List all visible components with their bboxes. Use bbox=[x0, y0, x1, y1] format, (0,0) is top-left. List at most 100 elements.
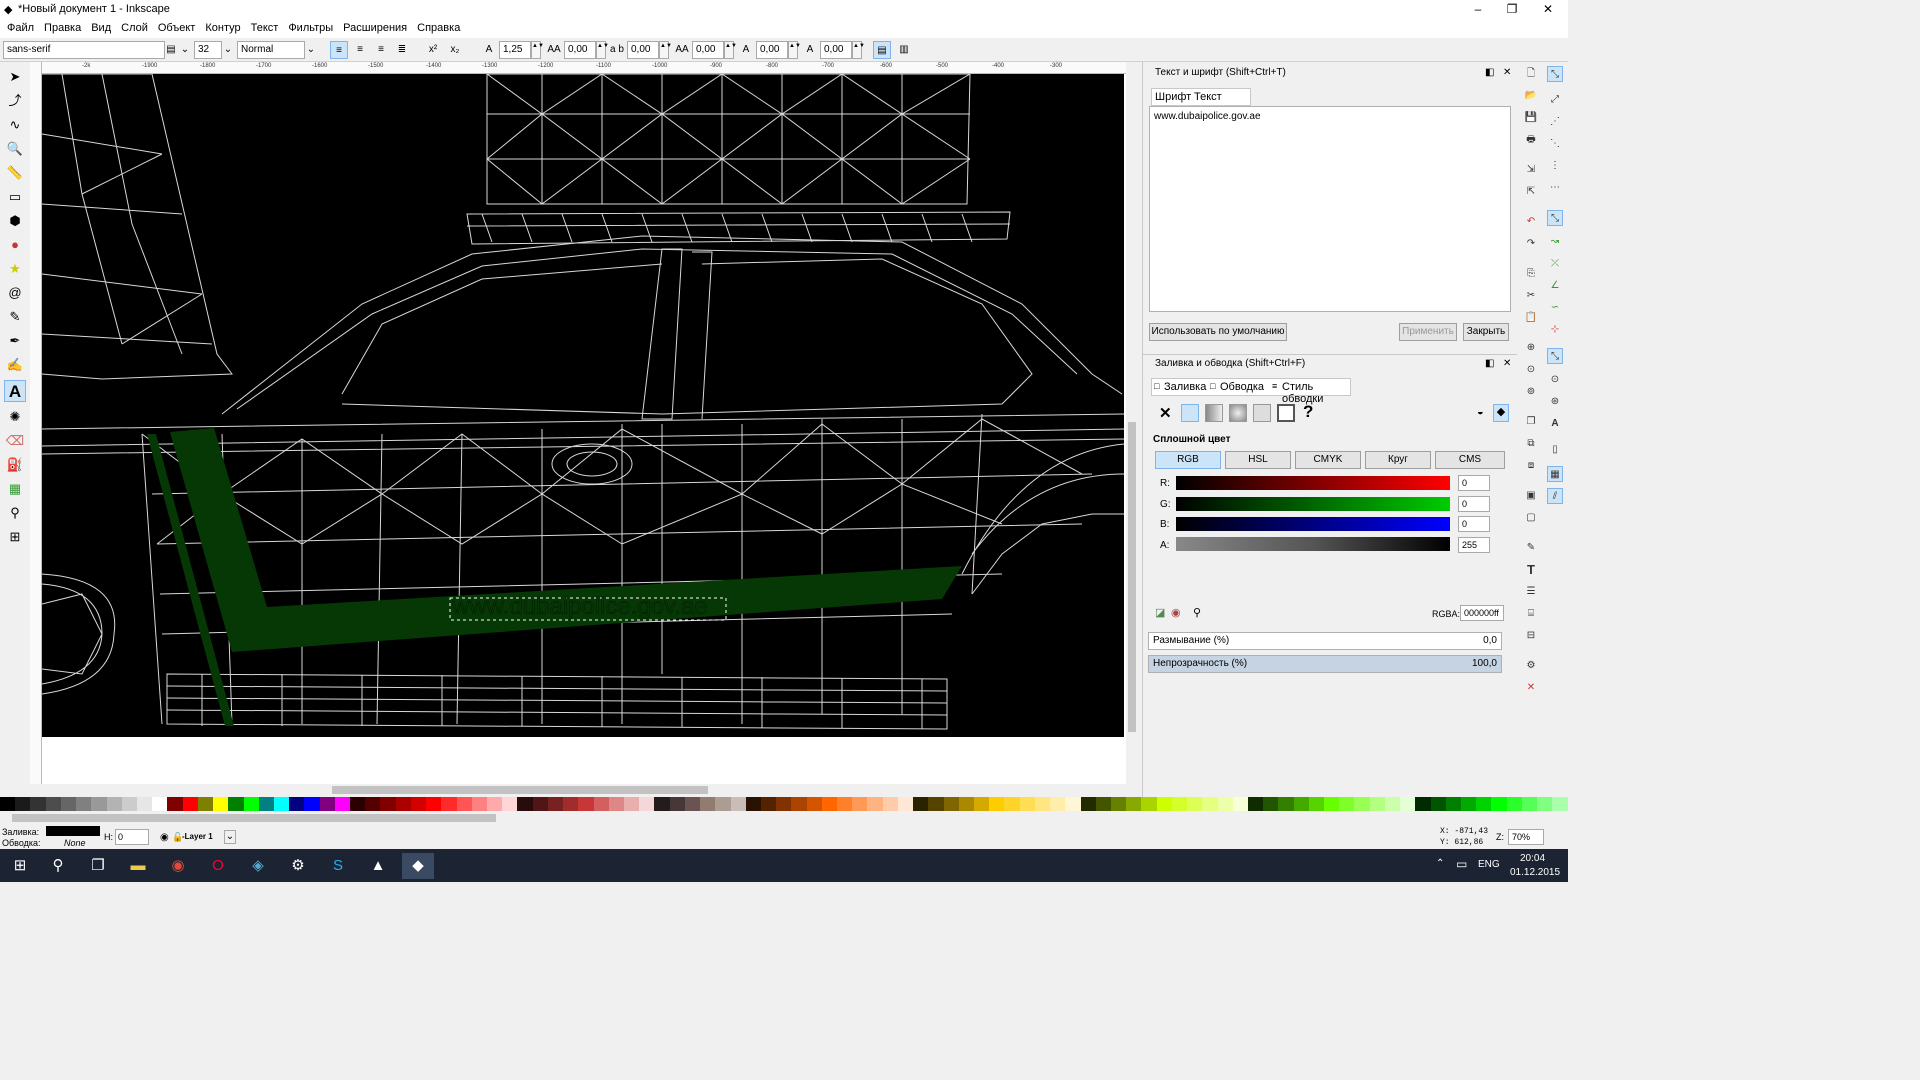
horizontal-scrollbar[interactable] bbox=[42, 784, 1126, 796]
palette-swatch[interactable] bbox=[760, 797, 777, 811]
palette-swatch[interactable] bbox=[1110, 797, 1127, 811]
copy-icon[interactable]: ⎘ bbox=[1523, 266, 1539, 282]
ungroup-icon[interactable]: ▢ bbox=[1523, 510, 1539, 526]
palette-swatch[interactable] bbox=[1552, 797, 1568, 811]
palette-swatch[interactable] bbox=[471, 797, 487, 811]
file-explorer-icon[interactable]: ▬ bbox=[122, 853, 154, 879]
horizontal-scroll-thumb[interactable] bbox=[332, 786, 708, 794]
palette-swatch[interactable] bbox=[578, 797, 594, 811]
palette-swatch[interactable] bbox=[608, 797, 624, 811]
calligraphy-tool-icon[interactable]: ✍ bbox=[4, 354, 26, 376]
mode-hsl[interactable]: HSL bbox=[1225, 451, 1291, 469]
palette-swatch[interactable] bbox=[867, 797, 883, 811]
font-size-input[interactable]: 32 bbox=[194, 41, 222, 59]
palette-swatch[interactable] bbox=[1187, 797, 1203, 811]
palette-swatch[interactable] bbox=[167, 797, 183, 811]
palette-swatch[interactable] bbox=[228, 797, 244, 811]
import-icon[interactable]: ⇲ bbox=[1523, 162, 1539, 178]
color-palette[interactable] bbox=[0, 797, 1568, 811]
dropper-tool-icon[interactable]: ⚲ bbox=[4, 502, 26, 524]
palette-swatch[interactable] bbox=[1004, 797, 1020, 811]
opera-icon[interactable]: O bbox=[202, 853, 234, 879]
palette-swatch[interactable] bbox=[1034, 797, 1051, 811]
blue-value-input[interactable]: 0 bbox=[1458, 516, 1490, 532]
selector-tool-icon[interactable]: ➤ bbox=[4, 66, 26, 88]
tweak-tool-icon[interactable]: ∿ bbox=[4, 114, 26, 136]
palette-swatch[interactable] bbox=[928, 797, 944, 811]
align-justify-icon[interactable]: ≣ bbox=[393, 41, 411, 59]
spiral-tool-icon[interactable]: @ bbox=[4, 282, 26, 304]
palette-scroll-thumb[interactable] bbox=[12, 814, 496, 822]
palette-scrollbar[interactable] bbox=[0, 811, 1568, 825]
mode-wheel[interactable]: Круг bbox=[1365, 451, 1431, 469]
palette-swatch[interactable] bbox=[319, 797, 335, 811]
menu-object[interactable]: Объект bbox=[153, 18, 200, 38]
palette-swatch[interactable] bbox=[456, 797, 472, 811]
pencil-tool-icon[interactable]: ✎ bbox=[4, 306, 26, 328]
palette-swatch[interactable] bbox=[1308, 797, 1325, 811]
palette-swatch[interactable] bbox=[1400, 797, 1416, 811]
rectangle-tool-icon[interactable]: ▭ bbox=[4, 186, 26, 208]
task-view-icon[interactable]: ❐ bbox=[82, 853, 114, 879]
unset-paint-icon[interactable]: ? bbox=[1303, 402, 1313, 422]
font-style-select[interactable]: Normal bbox=[237, 41, 305, 59]
palette-swatch[interactable] bbox=[1050, 797, 1066, 811]
palette-swatch[interactable] bbox=[1126, 797, 1142, 811]
chrome-icon[interactable]: ◉ bbox=[162, 853, 194, 879]
menu-extensions[interactable]: Расширения bbox=[338, 18, 412, 38]
menu-layer[interactable]: Слой bbox=[116, 18, 153, 38]
palette-swatch[interactable] bbox=[1521, 797, 1538, 811]
vertical-shift-input[interactable]: 0,00 bbox=[756, 41, 788, 59]
snap-grid-icon[interactable]: ▦ bbox=[1547, 466, 1563, 482]
undo-icon[interactable]: ↶ bbox=[1523, 214, 1539, 230]
box-3d-tool-icon[interactable]: ⬢ bbox=[4, 210, 26, 232]
palette-swatch[interactable] bbox=[243, 797, 259, 811]
document-properties-icon[interactable]: ✕ bbox=[1523, 680, 1539, 696]
alpha-slider[interactable] bbox=[1176, 537, 1450, 551]
text-content-area[interactable]: www.dubaipolice.gov.ae bbox=[1149, 106, 1511, 312]
snap-bbox-corner-icon[interactable]: ⋱ bbox=[1547, 136, 1563, 152]
measure-tool-icon[interactable]: 📏 bbox=[4, 162, 26, 184]
palette-swatch[interactable] bbox=[15, 797, 31, 811]
kerning-spinner[interactable]: ▲▼ bbox=[724, 41, 737, 59]
letter-spacing-spinner[interactable]: ▲▼ bbox=[596, 41, 609, 59]
print-icon[interactable]: 🖶 bbox=[1523, 132, 1539, 148]
palette-swatch[interactable] bbox=[639, 797, 655, 811]
palette-swatch[interactable] bbox=[654, 797, 670, 811]
palette-swatch[interactable] bbox=[1324, 797, 1340, 811]
clock-time[interactable]: 20:04 bbox=[1520, 853, 1545, 864]
rotation-spinner[interactable]: ▲▼ bbox=[852, 41, 865, 59]
palette-swatch[interactable] bbox=[289, 797, 305, 811]
palette-swatch[interactable] bbox=[563, 797, 579, 811]
stroke-value[interactable]: None bbox=[64, 838, 86, 848]
palette-swatch[interactable] bbox=[76, 797, 92, 811]
menu-path[interactable]: Контур bbox=[200, 18, 245, 38]
font-list-icon[interactable]: ▤ bbox=[165, 41, 177, 59]
palette-swatch[interactable] bbox=[1019, 797, 1035, 811]
flat-color-icon[interactable] bbox=[1181, 404, 1199, 422]
menu-view[interactable]: Вид bbox=[86, 18, 116, 38]
dialog-close-icon[interactable]: ✕ bbox=[1503, 355, 1511, 373]
spray-tool-icon[interactable]: ✺ bbox=[4, 406, 26, 428]
palette-swatch[interactable] bbox=[1156, 797, 1172, 811]
mesh-icon[interactable] bbox=[1253, 404, 1271, 422]
set-default-button[interactable]: Использовать по умолчанию bbox=[1149, 323, 1287, 341]
tab-text[interactable]: Текст bbox=[1194, 91, 1222, 103]
line-spacing-input[interactable]: 1,25 bbox=[499, 41, 531, 59]
snap-bbox-center-icon[interactable]: ⋯ bbox=[1547, 180, 1563, 196]
align-center-icon[interactable]: ≡ bbox=[351, 41, 369, 59]
input-language[interactable]: ENG bbox=[1478, 859, 1500, 870]
redo-icon[interactable]: ↷ bbox=[1523, 236, 1539, 252]
search-icon[interactable]: ⚲ bbox=[42, 853, 74, 879]
text-font-icon[interactable]: T bbox=[1523, 562, 1539, 578]
close-window-button[interactable]: ✕ bbox=[1530, 0, 1566, 18]
snap-text-baseline-icon[interactable]: A bbox=[1547, 416, 1563, 432]
snap-rotation-center-icon[interactable]: ⊛ bbox=[1547, 394, 1563, 410]
rgba-input[interactable]: 000000ff bbox=[1460, 605, 1504, 621]
palette-swatch[interactable] bbox=[1247, 797, 1264, 811]
palette-swatch[interactable] bbox=[837, 797, 853, 811]
palette-swatch[interactable] bbox=[273, 797, 290, 811]
start-icon[interactable]: ⊞ bbox=[4, 853, 36, 879]
palette-swatch[interactable] bbox=[1461, 797, 1477, 811]
palette-swatch[interactable] bbox=[1263, 797, 1279, 811]
